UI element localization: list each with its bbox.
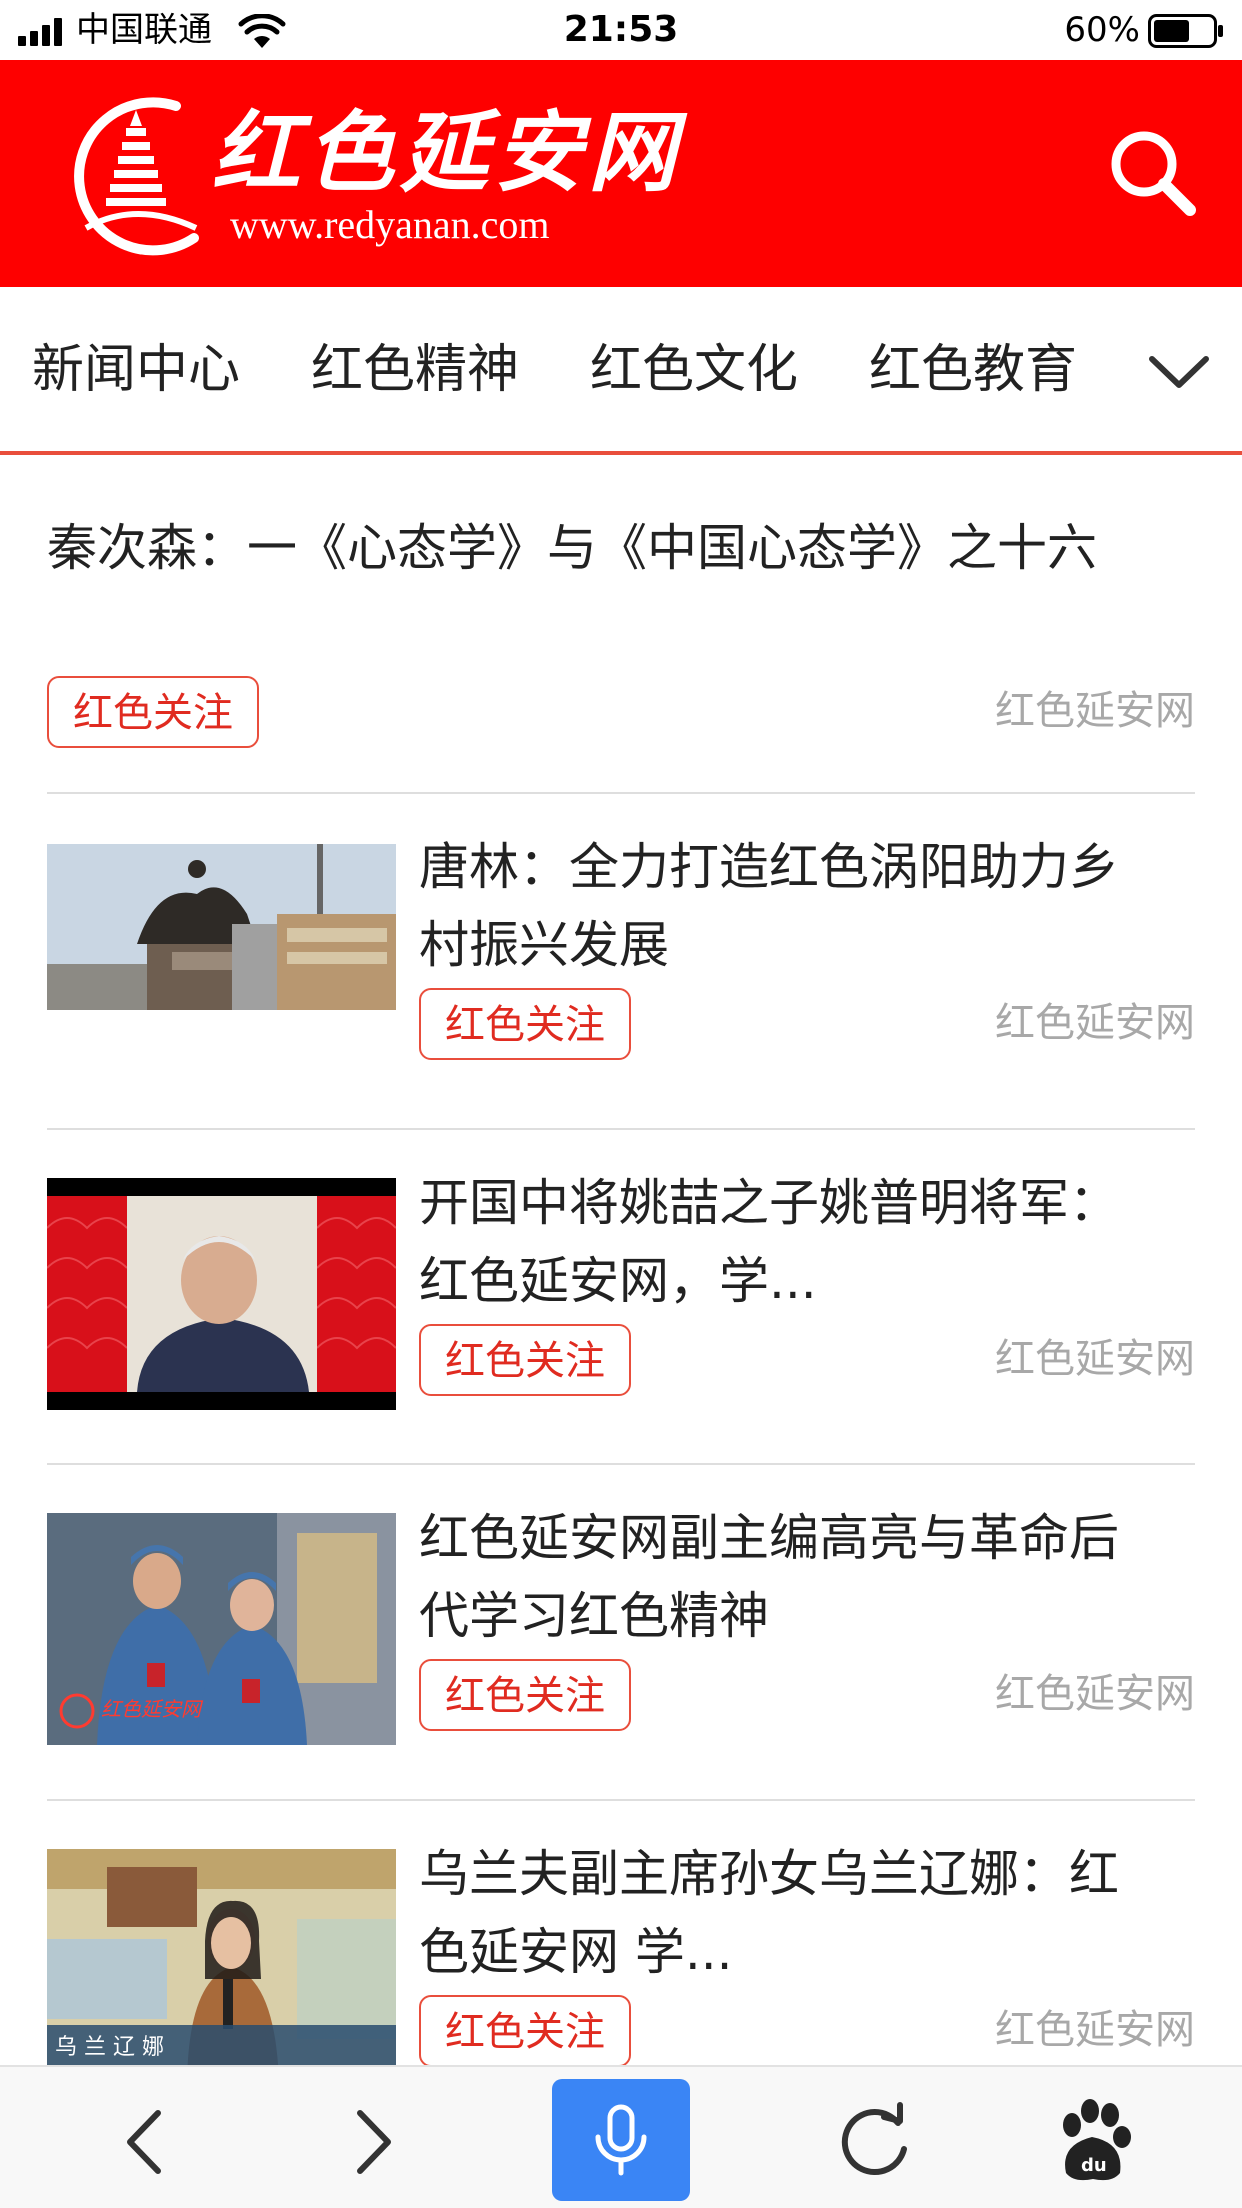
article-thumbnail[interactable]: 乌 兰 辽 娜: [47, 1849, 396, 2065]
article-title[interactable]: 乌兰夫副主席孙女乌兰辽娜：红 色延安网 学...: [419, 1835, 1195, 1991]
article-thumbnail[interactable]: [47, 844, 396, 1010]
article-source: 红色延安网: [995, 1671, 1195, 1717]
status-bar: 中国联通 21:53 60%: [0, 0, 1242, 60]
article-title[interactable]: 开国中将姚喆之子姚普明将军： 红色延安网，学...: [419, 1164, 1195, 1320]
list-item[interactable]: 唐林：全力打造红色涡阳助力乡 村振兴发展 红色关注 红色延安网: [47, 792, 1195, 1130]
site-logo-url: www.redyanan.com: [230, 202, 550, 247]
forward-icon[interactable]: [318, 2087, 428, 2197]
site-logo-title: 红色延安网: [212, 100, 683, 204]
category-tag[interactable]: 红色关注: [419, 988, 631, 1060]
nav-item-red-culture[interactable]: 红色文化: [590, 335, 798, 405]
news-feed: 秦次森：一《心态学》与《中国心态学》之十六 红色关注 红色延安网 唐林：全力打造…: [0, 455, 1242, 2065]
thumbnail-caption: 乌 兰 辽 娜: [55, 2035, 164, 2060]
article-source: 红色延安网: [995, 688, 1195, 734]
article-title[interactable]: 红色延安网副主编高亮与革命后 代学习红色精神: [419, 1499, 1195, 1655]
microphone-icon: [595, 2104, 647, 2176]
refresh-icon[interactable]: [820, 2087, 930, 2197]
article-title[interactable]: 秦次森：一《心态学》与《中国心态学》之十六: [47, 509, 1195, 587]
photo-interview: [47, 1849, 396, 2065]
article-thumbnail[interactable]: [47, 1178, 396, 1410]
nav-item-red-spirit[interactable]: 红色精神: [311, 335, 519, 405]
category-tag[interactable]: 红色关注: [419, 1324, 631, 1396]
browser-toolbar: du: [0, 2065, 1242, 2208]
list-item[interactable]: 开国中将姚喆之子姚普明将军： 红色延安网，学... 红色关注 红色延安网: [47, 1128, 1195, 1465]
article-thumbnail[interactable]: 红色延安网: [47, 1513, 396, 1745]
article-source: 红色延安网: [995, 1336, 1195, 1382]
pagoda-logo-icon: [74, 97, 199, 256]
article-title[interactable]: 唐林：全力打造红色涡阳助力乡 村振兴发展: [419, 828, 1195, 984]
battery-icon: [1148, 14, 1223, 48]
back-icon[interactable]: [90, 2087, 200, 2197]
photo-two-people: [47, 1513, 396, 1745]
thumbnail-watermark: 红色延安网: [101, 1697, 201, 1721]
voice-search-button[interactable]: [552, 2079, 690, 2201]
list-item[interactable]: 乌 兰 辽 娜 乌兰夫副主席孙女乌兰辽娜：红 色延安网 学... 红色关注 红色…: [47, 1799, 1195, 2065]
nav-item-red-education[interactable]: 红色教育: [869, 335, 1077, 405]
category-tag[interactable]: 红色关注: [419, 1995, 631, 2065]
nav-item-news[interactable]: 新闻中心: [32, 335, 240, 405]
chevron-down-icon[interactable]: [1144, 341, 1214, 401]
category-tag[interactable]: 红色关注: [47, 676, 259, 748]
category-nav: 新闻中心 红色精神 红色文化 红色教育: [0, 287, 1242, 455]
list-item[interactable]: 秦次森：一《心态学》与《中国心态学》之十六 红色关注 红色延安网: [47, 455, 1195, 794]
article-source: 红色延安网: [995, 1000, 1195, 1046]
clock: 21:53: [563, 9, 679, 50]
article-source: 红色延安网: [995, 2007, 1195, 2053]
baidu-paw-icon[interactable]: du: [1038, 2087, 1148, 2197]
site-header: 红色延安网 www.redyanan.com: [0, 60, 1242, 287]
list-item[interactable]: 红色延安网 红色延安网副主编高亮与革命后 代学习红色精神 红色关注 红色延安网: [47, 1463, 1195, 1801]
svg-text:du: du: [1081, 2155, 1107, 2176]
category-tag[interactable]: 红色关注: [419, 1659, 631, 1731]
battery-percent: 60%: [1064, 10, 1140, 50]
search-icon[interactable]: [1102, 122, 1202, 222]
